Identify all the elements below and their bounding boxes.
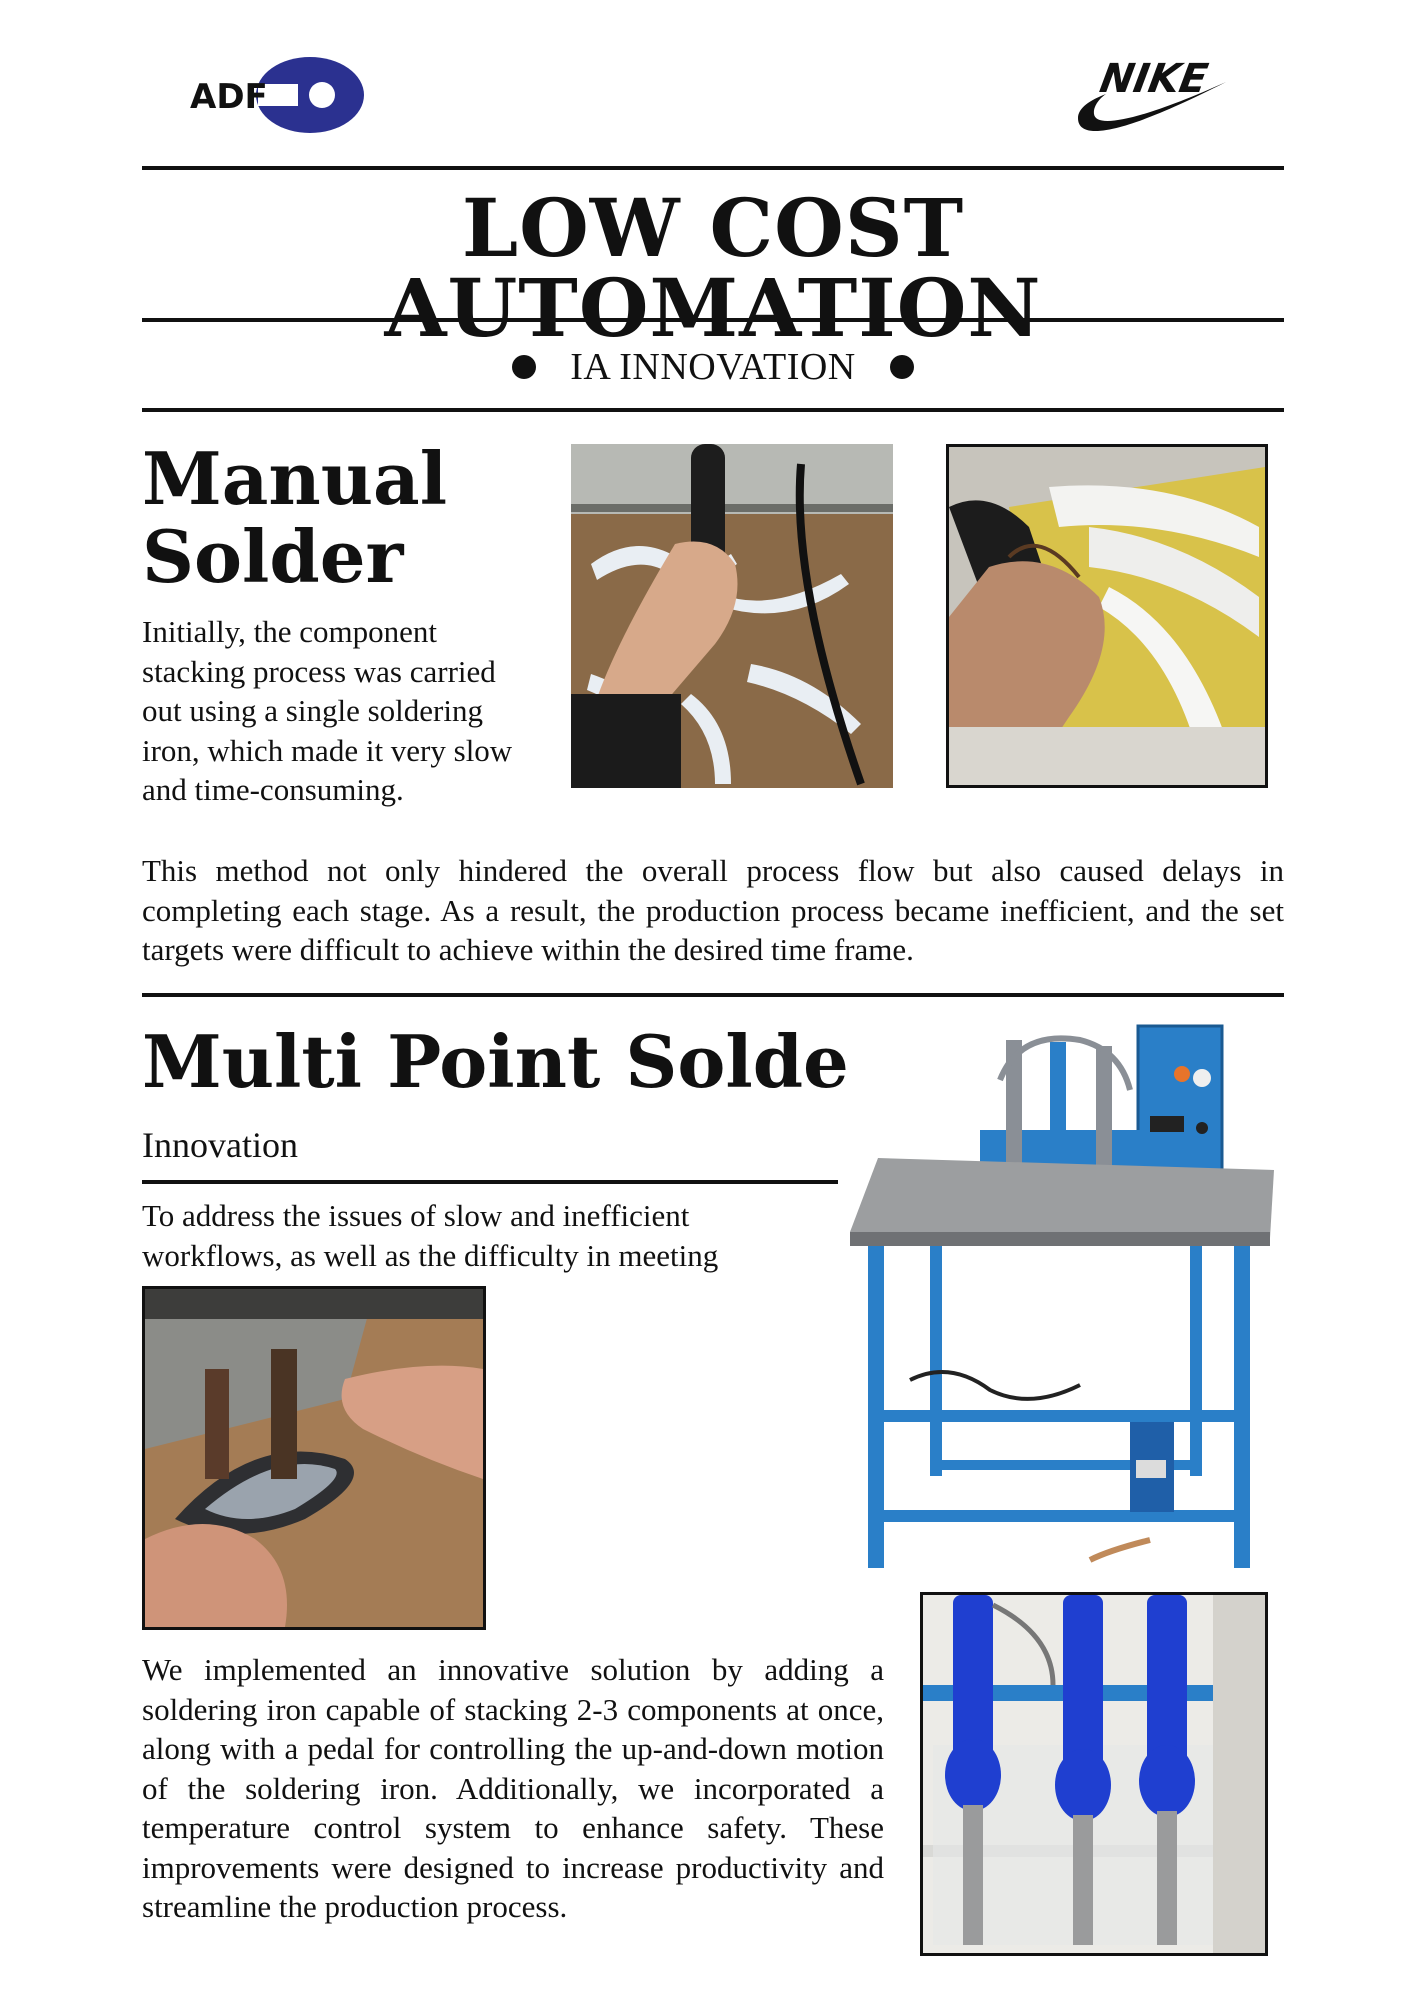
innovation-subheading: Innovation bbox=[142, 1125, 298, 1165]
subtitle-row: IA INNOVATION bbox=[142, 342, 1284, 392]
bullet-dot-left bbox=[512, 355, 537, 379]
multi-point-heading: Multi Point Solder bbox=[142, 1019, 887, 1104]
multi-solder-in-use-photo bbox=[142, 1286, 486, 1630]
adf-logo-text: ADF bbox=[190, 77, 268, 117]
section-divider-rule bbox=[142, 993, 1284, 997]
multi-point-solution: We implemented an innovative solution by… bbox=[142, 1652, 884, 1924]
manual-solder-photo-1 bbox=[571, 444, 893, 788]
subtitle-bottom-rule bbox=[142, 408, 1284, 412]
manual-solder-heading: Manual Solder bbox=[142, 436, 448, 599]
multi-point-intro: To address the issues of slow and ineffi… bbox=[142, 1198, 719, 1286]
nike-logo-text: NIKE bbox=[1096, 55, 1211, 102]
page-title: LOW COST AUTOMATION bbox=[384, 181, 1042, 355]
innovation-underline bbox=[142, 1180, 838, 1184]
bullet-dot-right bbox=[889, 355, 914, 379]
adf-logo-icon: ADF bbox=[188, 56, 364, 134]
subtitle: IA INNOVATION bbox=[570, 346, 856, 388]
header-top-rule bbox=[142, 166, 1284, 170]
nike-logo-icon: NIKE bbox=[1076, 48, 1232, 144]
manual-solder-photo-2 bbox=[946, 444, 1268, 788]
manual-solder-detail: This method not only hindered the overal… bbox=[142, 853, 1284, 967]
manual-solder-intro: Initially, the component stacking proces… bbox=[142, 614, 513, 807]
soldering-irons-closeup-photo bbox=[920, 1592, 1268, 1956]
multi-solder-machine-photo bbox=[850, 1020, 1280, 1570]
title-bottom-rule bbox=[142, 318, 1284, 322]
